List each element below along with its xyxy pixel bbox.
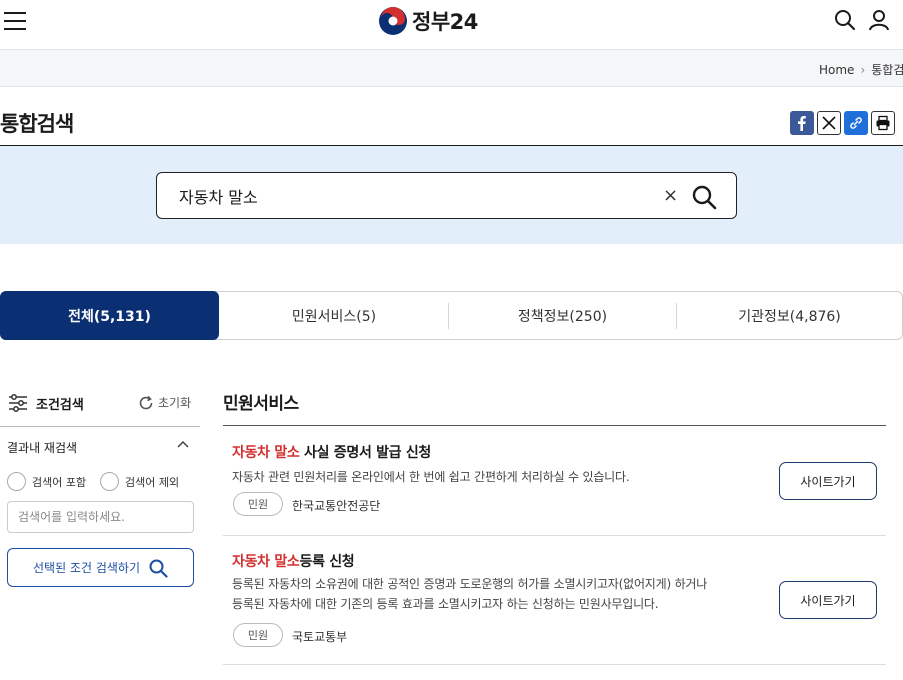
breadcrumb-home[interactable]: Home [819, 63, 854, 77]
taegeuk-logo-icon [379, 7, 407, 35]
result-category-badge: 민원 [233, 492, 283, 516]
facebook-icon[interactable] [790, 111, 814, 135]
clear-icon[interactable]: × [663, 185, 678, 206]
filter-sliders-icon [9, 394, 27, 412]
refresh-icon [139, 395, 153, 409]
search-box: × [156, 172, 737, 219]
radio-include-label: 검색어 포함 [32, 475, 87, 489]
search-submit-icon[interactable] [691, 184, 717, 210]
result-title-link[interactable]: 자동차 말소등록 신청 [232, 551, 355, 571]
radio-include-keyword[interactable]: 검색어 포함 [7, 472, 86, 491]
section-title: 민원서비스 [223, 394, 299, 414]
refine-search-input[interactable] [7, 501, 194, 533]
result-title-link[interactable]: 자동차 말소 사실 증명서 발급 신청 [232, 442, 431, 462]
search-area: × [0, 145, 903, 244]
tab-agency-info[interactable]: 기관정보(4,876) [677, 292, 902, 339]
radio-circle [100, 472, 119, 491]
result-organization: 한국교통안전공단 [292, 499, 381, 513]
result-desc-line: 등록된 자동차의 소유권에 대한 공적인 증명과 도로운행의 허가를 소멸시키고… [232, 577, 708, 591]
radio-exclude-keyword[interactable]: 검색어 제외 [100, 472, 179, 491]
chevron-up-icon[interactable] [176, 438, 190, 452]
search-input[interactable] [179, 184, 639, 208]
result-category-badge: 민원 [233, 623, 283, 647]
apply-filter-button[interactable]: 선택된 조건 검색하기 [7, 548, 194, 587]
result-title-highlight: 자동차 말소 [232, 445, 300, 461]
result-title-rest: 사실 증명서 발급 신청 [299, 445, 432, 461]
chevron-right-icon: › [860, 62, 866, 77]
breadcrumb: Home › 통합검색 [819, 61, 903, 78]
radio-exclude-label: 검색어 제외 [125, 475, 180, 489]
result-title-rest: 등록 신청 [299, 554, 355, 570]
reset-button[interactable]: 초기화 [138, 394, 191, 411]
tab-policy-info[interactable]: 정책정보(250) [449, 292, 676, 339]
result-title-highlight: 자동차 말소 [232, 554, 300, 570]
tab-all[interactable]: 전체(5,131) [0, 291, 219, 340]
user-icon[interactable] [867, 8, 891, 32]
result-tabs: 전체(5,131) 민원서비스(5) 정책정보(250) 기관정보(4,876) [0, 291, 903, 340]
site-header: 정부24 [0, 0, 903, 48]
result-organization: 국토교통부 [292, 630, 348, 644]
result-item: 자동차 말소등록 신청 등록된 자동차의 소유권에 대한 공적인 증명과 도로운… [223, 536, 886, 666]
result-desc-line: 자동차 관련 민원처리를 온라인에서 한 번에 쉽고 간편하게 처리하실 수 있… [232, 470, 630, 484]
page-title: 통합검색 [0, 112, 74, 136]
hamburger-menu-icon[interactable] [4, 12, 26, 32]
result-divider [223, 664, 886, 665]
result-description: 자동차 관련 민원처리를 온라인에서 한 번에 쉽고 간편하게 처리하실 수 있… [232, 467, 762, 487]
search-icon[interactable] [833, 8, 857, 32]
visit-site-button[interactable]: 사이트가기 [779, 581, 877, 619]
refine-search-label: 결과내 재검색 [7, 441, 78, 455]
filter-title: 조건검색 [36, 398, 84, 413]
search-icon [149, 559, 168, 578]
print-icon[interactable] [871, 111, 895, 135]
filter-divider [0, 426, 200, 427]
radio-circle [7, 472, 26, 491]
tab-civil-services[interactable]: 민원서비스(5) [220, 292, 448, 339]
result-desc-line: 등록된 자동차에 대한 기존의 등록 효과를 소멸시키고자 하는 신청하는 민원… [232, 597, 659, 611]
breadcrumb-bar: Home › 통합검색 [0, 49, 903, 87]
result-item: 자동차 말소 사실 증명서 발급 신청 자동차 관련 민원처리를 온라인에서 한… [223, 426, 886, 536]
logo-text: 정부24 [412, 10, 478, 34]
reset-label: 초기화 [158, 396, 192, 410]
apply-filter-label: 선택된 조건 검색하기 [33, 561, 140, 575]
site-logo[interactable]: 정부24 [378, 5, 478, 37]
result-description: 등록된 자동차의 소유권에 대한 공적인 증명과 도로운행의 허가를 소멸시키고… [232, 574, 762, 614]
visit-site-button[interactable]: 사이트가기 [779, 462, 877, 500]
breadcrumb-current: 통합검색 [871, 63, 903, 77]
link-icon[interactable] [844, 111, 868, 135]
x-twitter-icon[interactable] [817, 111, 841, 135]
